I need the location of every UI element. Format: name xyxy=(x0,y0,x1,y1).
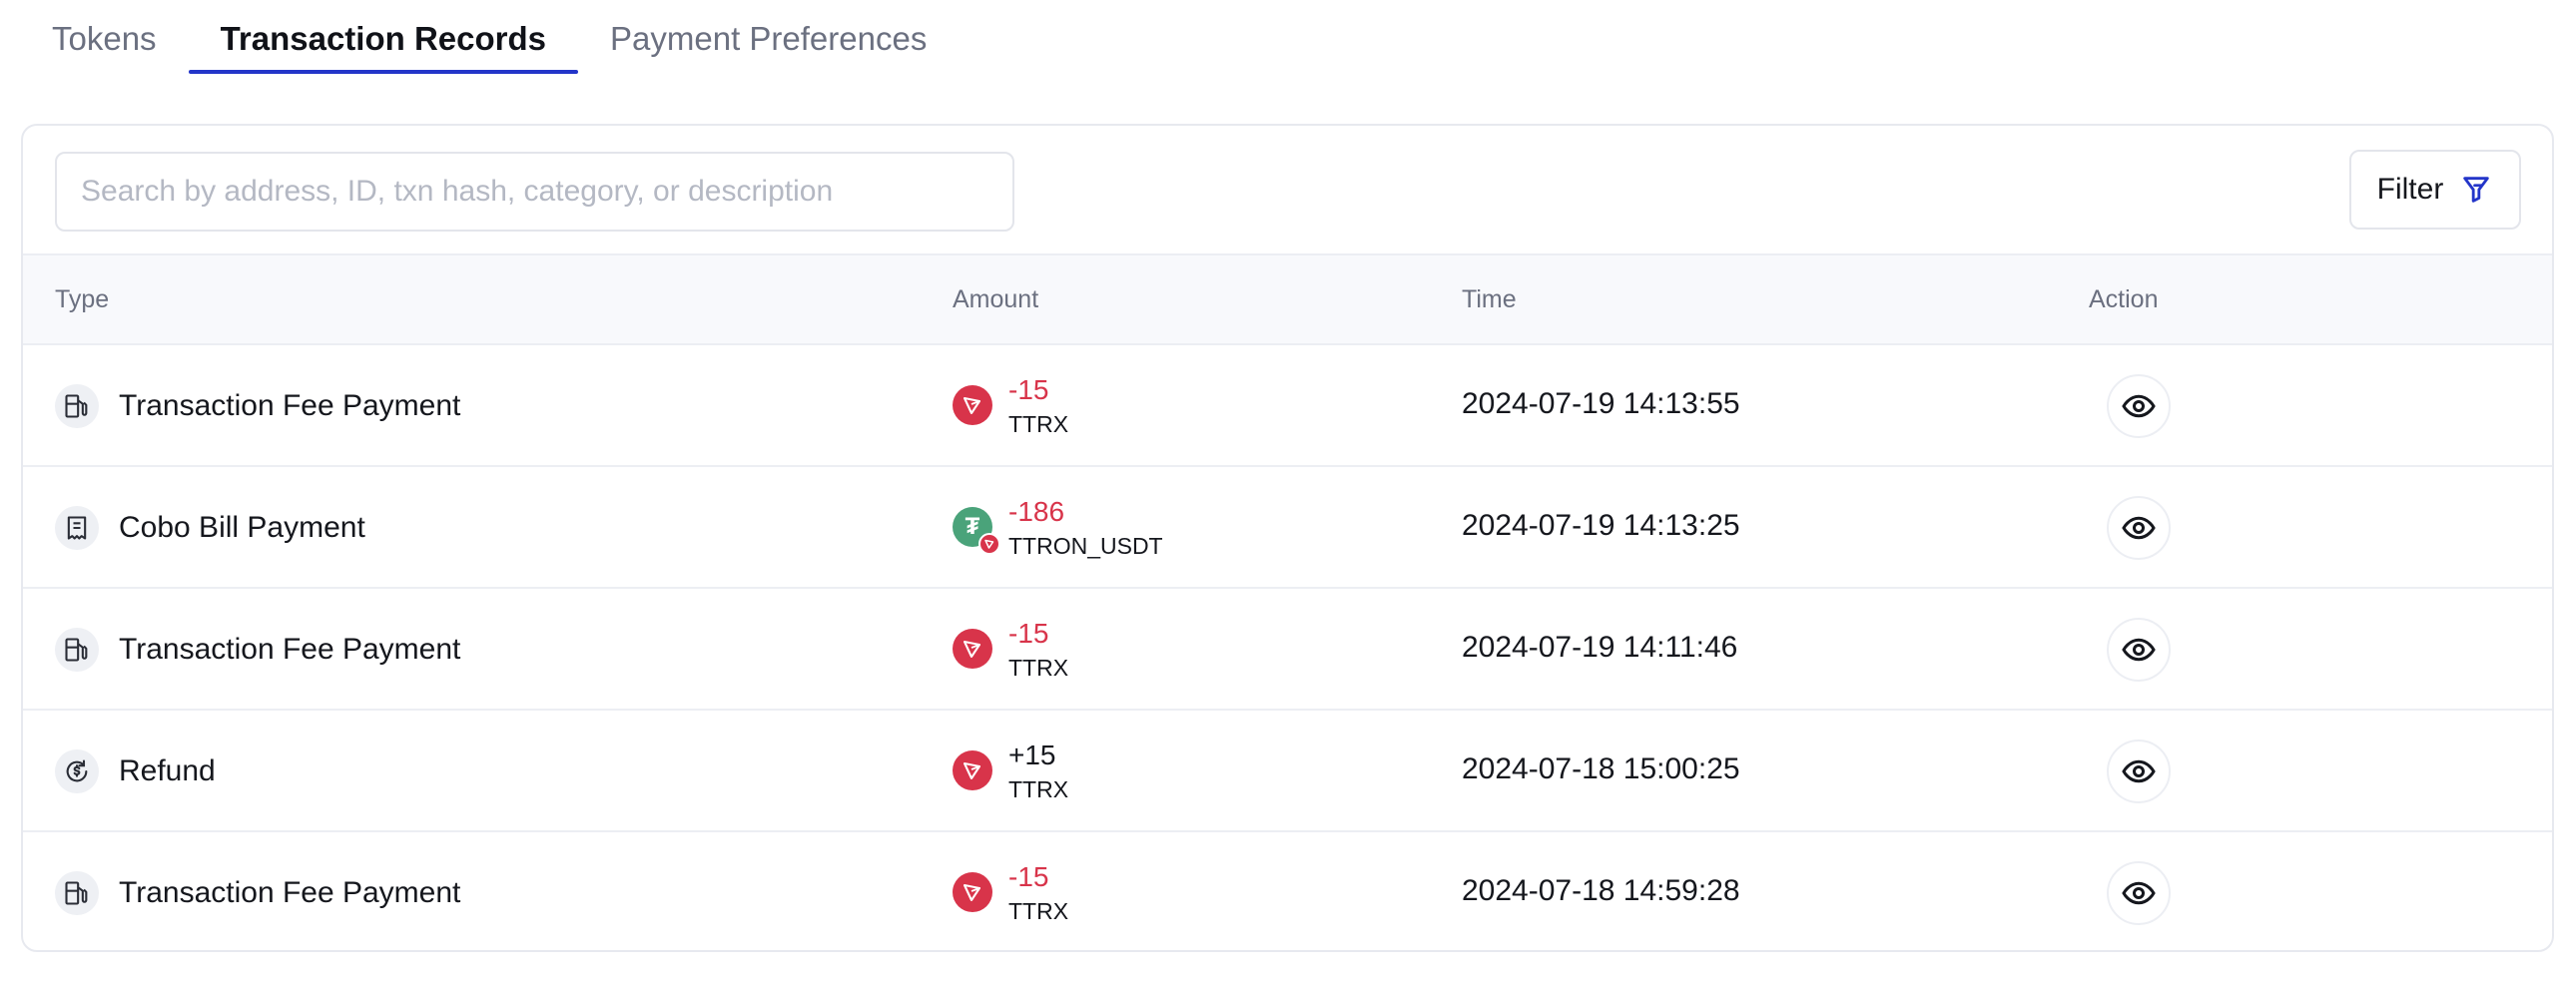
type-cell: Transaction Fee Payment xyxy=(55,628,460,672)
tether-icon: ₮ xyxy=(953,507,1000,555)
type-label: Transaction Fee Payment xyxy=(119,633,461,666)
eye-icon xyxy=(2122,516,2156,540)
type-label: Transaction Fee Payment xyxy=(119,876,461,909)
search-input[interactable] xyxy=(55,152,1014,232)
type-label: Cobo Bill Payment xyxy=(119,511,365,544)
amount-value: -15 xyxy=(1008,618,1049,649)
header-amount: Amount xyxy=(953,285,1039,313)
tab-tokens[interactable]: Tokens xyxy=(52,0,157,74)
amount-symbol: TTRX xyxy=(1008,776,1069,802)
tab-bar: Tokens Transaction Records Payment Prefe… xyxy=(52,0,990,78)
time-cell: 2024-07-19 14:13:55 xyxy=(1462,387,1740,420)
table-row: Transaction Fee Payment -15 TTRX 2024-07… xyxy=(23,832,2552,950)
amount-symbol: TTRX xyxy=(1008,655,1069,681)
amount-cell: ₮ -186 TTRON_USDT xyxy=(953,493,1163,561)
table-row: Transaction Fee Payment -15 TTRX 2024-07… xyxy=(23,589,2552,711)
fuel-pump-icon xyxy=(55,871,99,915)
eye-icon xyxy=(2122,881,2156,905)
eye-icon xyxy=(2122,759,2156,783)
tab-payment-preferences[interactable]: Payment Preferences xyxy=(610,0,927,74)
amount-value: +15 xyxy=(1008,739,1056,770)
type-cell: Transaction Fee Payment xyxy=(55,384,460,428)
amount-cell: -15 TTRX xyxy=(953,615,1068,683)
view-button[interactable] xyxy=(2107,374,2171,438)
amount-value: -15 xyxy=(1008,374,1049,405)
fuel-pump-icon xyxy=(55,384,99,428)
type-cell: Refund xyxy=(55,749,216,793)
tron-network-badge-icon xyxy=(978,533,1000,555)
eye-icon xyxy=(2122,394,2156,418)
amount-cell: +15 TTRX xyxy=(953,737,1068,804)
fuel-pump-icon xyxy=(55,628,99,672)
table-header: Type Amount Time Action xyxy=(23,255,2552,345)
tron-icon xyxy=(953,750,992,790)
type-label: Transaction Fee Payment xyxy=(119,389,461,422)
filter-icon xyxy=(2463,177,2490,203)
amount-value: -186 xyxy=(1008,496,1065,527)
amount-symbol: TTRON_USDT xyxy=(1008,533,1163,559)
type-label: Refund xyxy=(119,754,216,787)
view-button[interactable] xyxy=(2107,618,2171,682)
type-cell: Transaction Fee Payment xyxy=(55,871,460,915)
view-button[interactable] xyxy=(2107,861,2171,925)
view-button[interactable] xyxy=(2107,496,2171,560)
table-row: Cobo Bill Payment ₮ -186 TTRON_USDT 2024… xyxy=(23,467,2552,589)
amount-symbol: TTRX xyxy=(1008,898,1069,924)
filter-label: Filter xyxy=(2376,173,2444,206)
tron-icon xyxy=(953,872,992,912)
time-cell: 2024-07-19 14:13:25 xyxy=(1462,509,1740,542)
table-row: Refund +15 TTRX 2024-07-18 15:00:25 xyxy=(23,711,2552,832)
receipt-icon xyxy=(55,506,99,550)
header-action: Action xyxy=(2089,285,2159,313)
time-cell: 2024-07-18 15:00:25 xyxy=(1462,752,1740,785)
amount-cell: -15 TTRX xyxy=(953,858,1068,926)
refund-icon xyxy=(55,749,99,793)
transaction-records-card: Filter Type Amount Time Action Transacti… xyxy=(21,124,2554,952)
time-cell: 2024-07-18 14:59:28 xyxy=(1462,874,1740,907)
toolbar: Filter xyxy=(23,126,2552,255)
view-button[interactable] xyxy=(2107,739,2171,803)
tron-icon xyxy=(953,629,992,669)
header-time: Time xyxy=(1462,285,1517,313)
amount-symbol: TTRX xyxy=(1008,411,1069,437)
eye-icon xyxy=(2122,638,2156,662)
amount-cell: -15 TTRX xyxy=(953,371,1068,439)
amount-value: -15 xyxy=(1008,861,1049,892)
type-cell: Cobo Bill Payment xyxy=(55,506,365,550)
tron-icon xyxy=(953,385,992,425)
table-row: Transaction Fee Payment -15 TTRX 2024-07… xyxy=(23,345,2552,467)
header-type: Type xyxy=(55,285,110,313)
tab-transaction-records[interactable]: Transaction Records xyxy=(188,0,579,74)
filter-button[interactable]: Filter xyxy=(2349,150,2521,230)
time-cell: 2024-07-19 14:11:46 xyxy=(1462,631,1738,664)
